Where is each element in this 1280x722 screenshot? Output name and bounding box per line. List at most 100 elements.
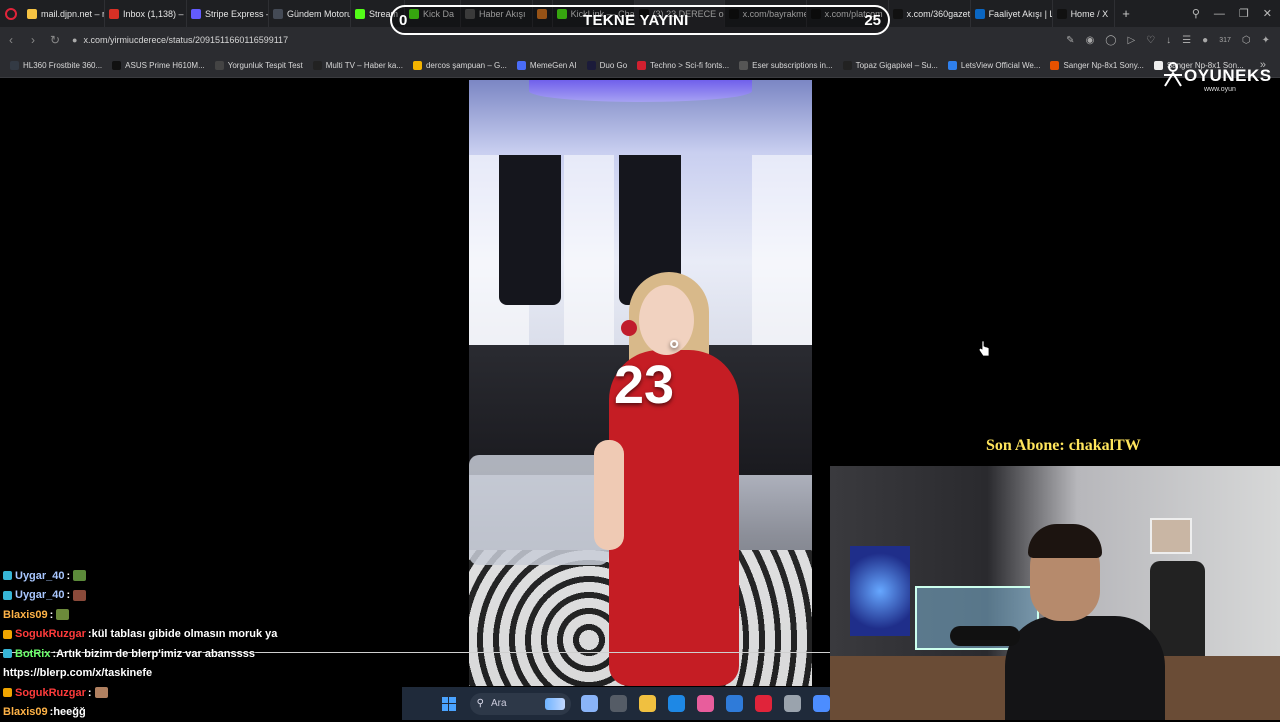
bookmark-favicon-icon xyxy=(843,61,852,70)
webcam-streamer-hair xyxy=(1028,524,1102,558)
chat-emote-icon xyxy=(95,687,108,698)
chat-username[interactable]: Uygar_40 xyxy=(15,570,65,582)
browser-tab[interactable]: Gündem Motoru xyxy=(269,0,351,27)
tab-label: Home / X xyxy=(1071,9,1109,19)
chat-username[interactable]: SogukRuzgar xyxy=(15,628,86,640)
chat-message: SogukRuzgar : kül tablası gibide olmasın… xyxy=(3,625,443,645)
video-player[interactable]: 23 ° xyxy=(469,80,812,686)
chat-message: Blaxis09 : xyxy=(3,605,443,625)
bookmark-item[interactable]: Multi TV – Haber ka... xyxy=(313,61,403,70)
tab-label: Inbox (1,138) – k xyxy=(123,9,187,19)
chat-badge-icon xyxy=(3,571,12,580)
video-sheer-curtain xyxy=(752,155,812,365)
chat-text: kül tablası gibide olmasın moruk ya xyxy=(92,628,278,640)
bookmark-favicon-icon xyxy=(517,61,526,70)
minimize-icon[interactable]: — xyxy=(1214,8,1225,20)
profile-icon[interactable]: ● xyxy=(1202,35,1208,46)
chat-text: https://blerp.com/x/taskinefe xyxy=(3,667,152,679)
window-controls: ⚲ — ❐ ✕ xyxy=(1192,0,1272,27)
hand-cursor-icon xyxy=(978,340,990,357)
chat-username[interactable]: BotRix xyxy=(15,648,50,660)
chat-message: BotRix : Artık bizim de blerp'imiz var a… xyxy=(3,644,443,664)
browser-tab[interactable]: mail.djpn.net – m xyxy=(23,0,105,27)
taskbar-app-icon[interactable] xyxy=(755,695,772,712)
browser-tab[interactable]: x.com/360gazete xyxy=(889,0,971,27)
shield-icon[interactable]: ◯ xyxy=(1105,35,1116,46)
stream-chat: Uygar_40 :Uygar_40 :Blaxis09 :SogukRuzga… xyxy=(3,566,443,722)
taskbar-app-icon[interactable] xyxy=(813,695,830,712)
tab-favicon-icon xyxy=(191,9,201,19)
taskbar-app-icon[interactable] xyxy=(668,695,685,712)
browser-tab[interactable]: Home / X xyxy=(1053,0,1116,27)
scoreboard-title: TEKNE YAYINI xyxy=(583,12,689,29)
ai-icon[interactable]: ✦ xyxy=(1262,35,1270,46)
tab-label: Faaliyet Akışı | Lin xyxy=(989,9,1053,19)
bookmark-favicon-icon xyxy=(413,61,422,70)
chat-message: Uygar_40 : xyxy=(3,566,443,586)
bookmark-item[interactable]: Yorgunluk Tespit Test xyxy=(215,61,303,70)
menu-icon[interactable]: ☰ xyxy=(1182,35,1191,46)
chat-separator: : xyxy=(67,570,71,582)
restore-icon[interactable]: ❐ xyxy=(1239,7,1249,20)
opera-logo-icon[interactable] xyxy=(5,8,17,20)
taskbar-search[interactable]: ⚲ Ara xyxy=(470,693,571,715)
bookmark-favicon-icon xyxy=(948,61,957,70)
taskbar-apps xyxy=(581,695,830,712)
bookmark-item[interactable]: HL360 Frostbite 360... xyxy=(10,61,102,70)
heart-icon[interactable]: ♡ xyxy=(1146,35,1155,46)
windows-start-icon[interactable] xyxy=(442,697,456,711)
browser-tab[interactable]: Inbox (1,138) – k xyxy=(105,0,187,27)
webcam-microphone xyxy=(950,626,1020,646)
bookmark-item[interactable]: Eser subscriptions in... xyxy=(739,61,832,70)
bookmark-item[interactable]: Sanger Np-8x1 Sony... xyxy=(1050,61,1143,70)
taskbar-app-icon[interactable] xyxy=(639,695,656,712)
video-ceiling-light xyxy=(529,80,752,102)
chat-username[interactable]: SogukRuzgar xyxy=(15,687,86,699)
tab-favicon-icon xyxy=(975,9,985,19)
reload-icon[interactable]: ↻ xyxy=(44,33,66,47)
bookmark-item[interactable]: dercos şampuan – G... xyxy=(413,61,507,70)
bookmark-label: Eser subscriptions in... xyxy=(752,61,832,70)
bookmark-favicon-icon xyxy=(313,61,322,70)
bookmark-item[interactable]: MemeGen AI xyxy=(517,61,577,70)
camera-icon[interactable]: ◉ xyxy=(1086,35,1095,46)
chat-username[interactable]: Uygar_40 xyxy=(15,589,65,601)
tab-favicon-icon xyxy=(355,9,365,19)
bookmark-item[interactable]: Topaz Gigapixel – Su... xyxy=(843,61,938,70)
taskbar-app-icon[interactable] xyxy=(581,695,598,712)
new-tab-button[interactable]: + xyxy=(1115,6,1137,21)
bookmark-favicon-icon xyxy=(1050,61,1059,70)
search-tabs-icon[interactable]: ⚲ xyxy=(1192,7,1200,20)
extension-icon[interactable]: ⬡ xyxy=(1242,35,1251,46)
download-icon[interactable]: ↓ xyxy=(1166,35,1171,46)
forward-arrow-icon[interactable]: › xyxy=(22,33,44,47)
taskbar-app-icon[interactable] xyxy=(726,695,743,712)
bookmark-item[interactable]: ASUS Prime H610M... xyxy=(112,61,205,70)
back-arrow-icon[interactable]: ‹ xyxy=(0,33,22,47)
taskbar-app-icon[interactable] xyxy=(697,695,714,712)
play-icon[interactable]: ▷ xyxy=(1128,35,1136,46)
taskbar-app-icon[interactable] xyxy=(784,695,801,712)
browser-tab[interactable]: Faaliyet Akışı | Lin xyxy=(971,0,1053,27)
bookmark-label: HL360 Frostbite 360... xyxy=(23,61,102,70)
chat-badge-icon xyxy=(3,688,12,697)
close-icon[interactable]: ✕ xyxy=(1263,7,1272,20)
video-glass-table xyxy=(469,455,609,565)
bookmark-label: ASUS Prime H610M... xyxy=(125,61,205,70)
site-info-icon[interactable]: ● xyxy=(72,35,77,45)
tab-favicon-icon xyxy=(1057,9,1067,19)
chat-username[interactable]: Blaxis09 xyxy=(3,706,48,718)
windows-taskbar: ⚲ Ara xyxy=(402,687,830,720)
taskbar-app-icon[interactable] xyxy=(610,695,627,712)
bookmark-item[interactable]: Techno > Sci-fi fonts... xyxy=(637,61,729,70)
url-field[interactable]: x.com/yirmiucderece/status/2091511660116… xyxy=(83,35,288,45)
chat-username[interactable]: Blaxis09 xyxy=(3,609,48,621)
edit-icon[interactable]: ✎ xyxy=(1066,35,1074,46)
bookmark-item[interactable]: LetsView Official We... xyxy=(948,61,1041,70)
browser-tab[interactable]: Stripe Express – xyxy=(187,0,269,27)
bookmark-item[interactable]: Duo Go xyxy=(587,61,628,70)
bookmark-label: Yorgunluk Tespit Test xyxy=(228,61,303,70)
last-subscriber-label: Son Abone: chakalTW xyxy=(986,437,1141,455)
bookmark-label: dercos şampuan – G... xyxy=(426,61,507,70)
video-person-arm xyxy=(594,440,624,550)
